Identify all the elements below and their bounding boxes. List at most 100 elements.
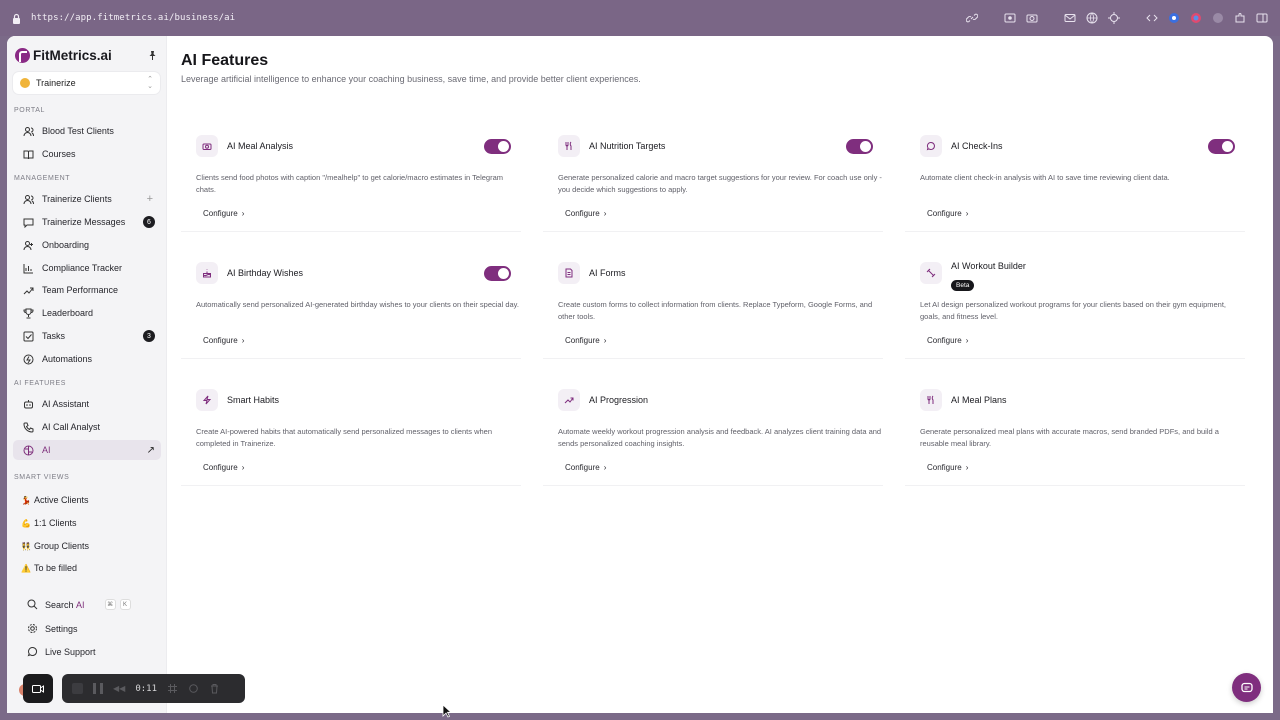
count-badge: 3 [143,330,155,342]
sidebar-item-label: Compliance Tracker [42,263,123,273]
card-description: Automate client check-in analysis with A… [920,173,1170,182]
search-icon [27,599,38,610]
external-arrow-icon[interactable]: ↗ [147,445,155,456]
card-description: Clients send food photos with caption "/… [196,173,504,194]
chart-icon [23,263,33,273]
dumbbell-icon [920,262,942,284]
sidebar-item-onboarding[interactable]: Onboarding [13,235,161,255]
configure-button[interactable]: Configure › [565,209,606,218]
smart-view-to-be-filled[interactable]: ⚠️ To be filled [21,563,77,573]
message-icon [23,218,34,228]
configure-button[interactable]: Configure › [203,336,244,345]
sidebar-item-trainerize-clients[interactable]: Trainerize Clients + [13,189,161,209]
chevron-right-icon: › [603,463,607,472]
configure-button[interactable]: Configure › [565,336,606,345]
chevron-updown-icon: ⌃ ⌄ [147,76,153,90]
chevron-right-icon: › [603,209,607,218]
user-plus-icon [23,240,33,250]
configure-button[interactable]: Configure › [927,209,968,218]
sidebar-item-trainerize-messages[interactable]: Trainerize Messages 6 [13,212,161,232]
pause-icon[interactable] [93,683,103,694]
camera-icon [196,135,218,157]
restart-icon[interactable] [188,683,199,694]
feature-card-smart-habits: Smart Habits Create AI-powered habits th… [181,374,521,486]
sidebar-item-automations[interactable]: Automations [13,349,161,369]
sidebar-item-team-performance[interactable]: Team Performance [13,280,161,300]
card-title: AI Meal Plans [951,395,1007,405]
configure-button[interactable]: Configure › [927,463,968,472]
extension-3-icon[interactable] [1212,12,1224,24]
phone-icon [23,422,34,433]
smart-view-group-clients[interactable]: 👯 Group Clients [21,541,89,551]
smart-view-active-clients[interactable]: 💃 Active Clients [21,495,89,505]
sidebar-item-ai-assistant[interactable]: AI Assistant [13,394,161,414]
recording-time: 0:11 [135,683,157,694]
sidebar-item-ai-call-analyst[interactable]: AI Call Analyst [13,417,161,437]
book-icon [23,150,34,159]
sidebar-item-label: Courses [42,149,76,159]
workspace-name: Trainerize [36,78,76,88]
extension-2-icon[interactable] [1190,12,1202,24]
configure-button[interactable]: Configure › [203,463,244,472]
live-support-button[interactable]: Live Support [27,646,96,657]
zap-icon [196,389,218,411]
address-bar[interactable]: https://app.fitmetrics.ai/business/ai [31,13,235,23]
feature-toggle[interactable] [1208,139,1235,154]
card-description: Create AI-powered habits that automatica… [196,427,492,448]
mouse-cursor-icon [442,704,452,718]
mail-icon[interactable] [1064,12,1076,24]
crosshair-icon[interactable] [1108,12,1120,24]
sidebar-item-tasks[interactable]: Tasks 3 [13,326,161,346]
grid-icon[interactable] [167,683,178,694]
chat-icon [27,646,38,657]
chat-support-button[interactable] [1232,673,1261,702]
card-description: Automate weekly workout progression anal… [558,427,882,448]
smart-view-1-1-clients[interactable]: 💪 1:1 Clients [21,518,77,528]
link-icon[interactable] [966,12,978,24]
chat-bubble-icon [1240,682,1253,692]
sidebar-item-label: Leaderboard [42,308,94,318]
sidebar-item-label: Tasks [42,331,66,341]
emoji-icon: 💪 [21,518,31,528]
sidebar-item-label: Onboarding [42,240,90,250]
configure-button[interactable]: Configure › [927,336,968,345]
users-icon [23,126,34,136]
recorder-camera-button[interactable] [23,674,53,703]
page-title: AI Features [181,52,269,69]
globe-icon[interactable] [1086,12,1098,24]
recorder-toolbar: ◀◀ 0:11 [62,674,245,703]
workspace-switcher[interactable]: Trainerize ⌃ ⌄ [13,72,160,94]
robot-icon [24,399,33,408]
users-icon [23,194,34,204]
configure-button[interactable]: Configure › [203,209,244,218]
chevron-right-icon: › [241,209,245,218]
sidebar-toggle-icon[interactable] [1256,12,1268,24]
extension-1-icon[interactable] [1168,12,1180,24]
feature-toggle[interactable] [484,139,511,154]
sidebar-item-leaderboard[interactable]: Leaderboard [13,303,161,323]
search-ai-accent: AI [76,599,85,610]
feature-toggle[interactable] [484,266,511,281]
section-smart-views: SMART VIEWS [14,474,70,481]
code-icon[interactable] [1146,12,1158,24]
stop-icon[interactable] [72,683,83,694]
settings-button[interactable]: Settings [27,623,78,634]
camera-icon[interactable] [1026,12,1038,24]
sidebar-item-courses[interactable]: Courses [13,144,161,164]
add-icon[interactable]: + [147,193,153,205]
feature-toggle[interactable] [846,139,873,154]
sidebar-item-compliance-tracker[interactable]: Compliance Tracker [13,258,161,278]
trash-icon[interactable] [209,683,220,694]
sidebar-item-ai[interactable]: AI ↗ [13,440,161,460]
configure-button[interactable]: Configure › [565,463,606,472]
search-button[interactable]: Search AI ⌘ K [27,599,131,610]
puzzle-icon[interactable] [1234,12,1246,24]
beta-badge: Beta [951,280,975,291]
pin-icon[interactable] [147,50,158,61]
shortcut-key-k: K [119,599,131,610]
sidebar-item-blood-test-clients[interactable]: Blood Test Clients [13,121,161,141]
sidebar-item-label: Team Performance [42,285,119,295]
rewind-icon[interactable]: ◀◀ [113,684,125,693]
screenshot-icon[interactable] [1004,12,1016,24]
sidebar-item-label: Blood Test Clients [42,126,114,136]
